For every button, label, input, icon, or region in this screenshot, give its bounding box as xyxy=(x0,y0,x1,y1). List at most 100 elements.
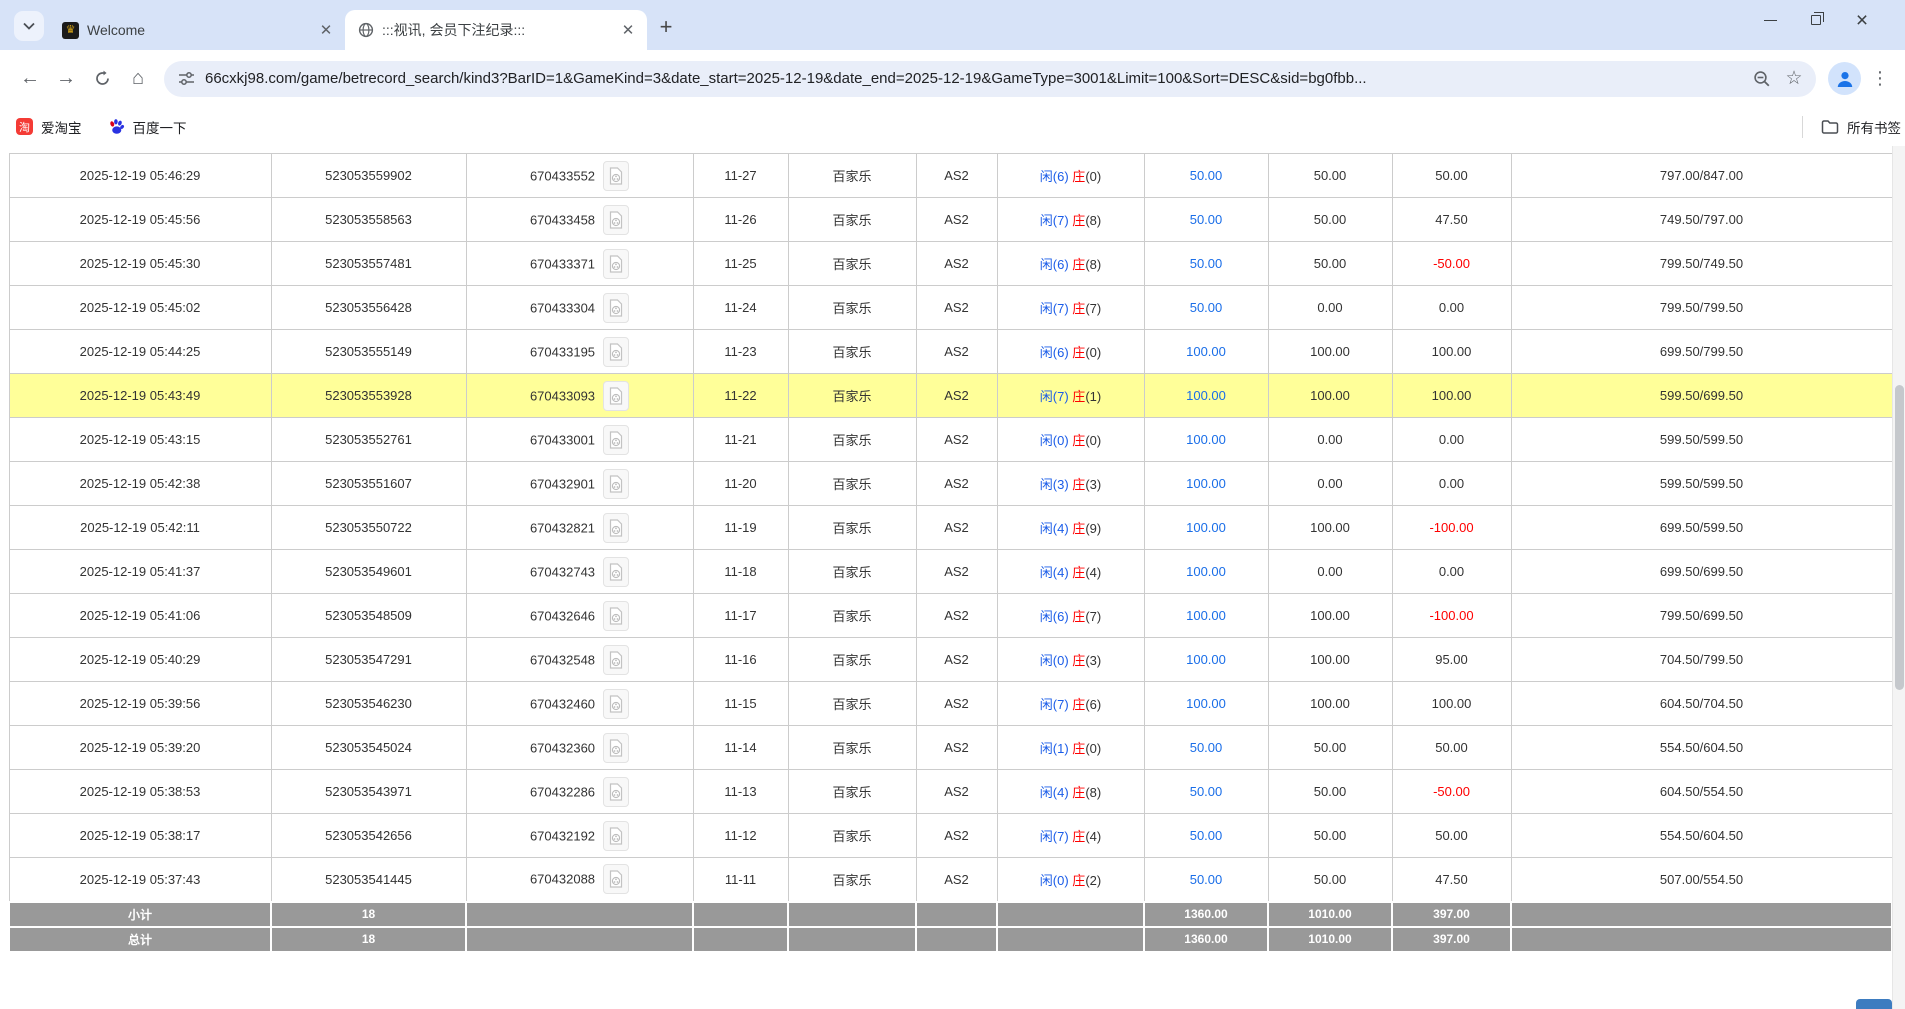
bet-amount[interactable]: 50.00 xyxy=(1144,770,1268,814)
bet-number: 523053541445 xyxy=(271,858,466,902)
tab-betrecord[interactable]: :::视讯, 会员下注纪录::: ✕ xyxy=(345,10,647,50)
summary-winloss: 397.00 xyxy=(1392,927,1511,952)
vertical-scrollbar[interactable] xyxy=(1892,146,1905,1009)
video-record-icon[interactable] xyxy=(603,425,629,455)
win-loss: 0.00 xyxy=(1392,550,1511,594)
forward-button[interactable]: → xyxy=(48,61,84,97)
video-record-icon[interactable] xyxy=(603,601,629,631)
game-number-cell: 670432548 xyxy=(466,638,693,682)
video-record-icon[interactable] xyxy=(603,821,629,851)
video-record-icon[interactable] xyxy=(603,689,629,719)
bet-record-row: 2025-12-19 05:41:06523053548509670432646… xyxy=(9,594,1892,638)
bet-amount[interactable]: 50.00 xyxy=(1144,726,1268,770)
game-name: 百家乐 xyxy=(788,682,916,726)
minimize-button[interactable] xyxy=(1747,0,1793,40)
tab-strip: ♛ Welcome ✕ :::视讯, 会员下注纪录::: ✕ + × xyxy=(0,0,1905,50)
all-bookmarks-label: 所有书签 xyxy=(1847,117,1901,137)
game-number: 670432743 xyxy=(530,564,595,579)
bet-amount[interactable]: 100.00 xyxy=(1144,374,1268,418)
bet-record-row: 2025-12-19 05:44:25523053555149670433195… xyxy=(9,330,1892,374)
video-record-icon[interactable] xyxy=(603,249,629,279)
new-tab-button[interactable]: + xyxy=(651,10,681,44)
video-record-icon[interactable] xyxy=(603,381,629,411)
round-number: 11-21 xyxy=(693,418,788,462)
bet-amount[interactable]: 100.00 xyxy=(1144,330,1268,374)
table-code: AS2 xyxy=(916,462,997,506)
bet-amount[interactable]: 100.00 xyxy=(1144,682,1268,726)
bookmark-taobao[interactable]: 淘 爱淘宝 xyxy=(16,117,82,137)
game-name: 百家乐 xyxy=(788,374,916,418)
bet-time: 2025-12-19 05:41:06 xyxy=(9,594,271,638)
table-code: AS2 xyxy=(916,418,997,462)
valid-amount: 100.00 xyxy=(1268,330,1392,374)
bet-time: 2025-12-19 05:46:29 xyxy=(9,154,271,198)
bet-amount[interactable]: 100.00 xyxy=(1144,638,1268,682)
bet-record-row: 2025-12-19 05:46:29523053559902670433552… xyxy=(9,154,1892,198)
address-bar[interactable]: 66cxkj98.com/game/betrecord_search/kind3… xyxy=(164,61,1816,97)
bet-amount[interactable]: 50.00 xyxy=(1144,154,1268,198)
video-record-icon[interactable] xyxy=(603,557,629,587)
video-record-icon[interactable] xyxy=(603,293,629,323)
bet-amount[interactable]: 100.00 xyxy=(1144,462,1268,506)
close-button[interactable]: × xyxy=(1839,0,1885,40)
tab-search-button[interactable] xyxy=(14,11,44,41)
profile-avatar[interactable] xyxy=(1828,62,1861,95)
video-record-icon[interactable] xyxy=(603,733,629,763)
bet-number: 523053552761 xyxy=(271,418,466,462)
video-record-icon[interactable] xyxy=(603,205,629,235)
bet-amount[interactable]: 100.00 xyxy=(1144,418,1268,462)
game-name: 百家乐 xyxy=(788,462,916,506)
zoom-out-icon[interactable] xyxy=(1746,63,1778,95)
bet-detail: 闲(7) 庄(4) xyxy=(997,814,1144,858)
bet-amount[interactable]: 100.00 xyxy=(1144,506,1268,550)
bet-amount[interactable]: 50.00 xyxy=(1144,198,1268,242)
summary-valid: 1010.00 xyxy=(1268,902,1392,927)
bookmark-baidu[interactable]: 百度一下 xyxy=(108,117,187,137)
bet-amount[interactable]: 100.00 xyxy=(1144,594,1268,638)
reload-button[interactable] xyxy=(84,61,120,97)
bet-amount[interactable]: 50.00 xyxy=(1144,286,1268,330)
bet-time: 2025-12-19 05:43:15 xyxy=(9,418,271,462)
round-number: 11-19 xyxy=(693,506,788,550)
video-record-icon[interactable] xyxy=(603,469,629,499)
video-record-icon[interactable] xyxy=(603,645,629,675)
tab-close-icon[interactable]: ✕ xyxy=(315,19,337,41)
back-button[interactable]: ← xyxy=(12,61,48,97)
bet-time: 2025-12-19 05:45:30 xyxy=(9,242,271,286)
summary-row: 总计181360.001010.00397.00 xyxy=(9,927,1892,952)
restore-button[interactable] xyxy=(1793,0,1839,40)
bookmark-star-icon[interactable]: ☆ xyxy=(1778,63,1810,95)
bet-detail: 闲(7) 庄(6) xyxy=(997,682,1144,726)
balance: 799.50/749.50 xyxy=(1511,242,1892,286)
browser-menu-button[interactable]: ⋮ xyxy=(1865,68,1895,89)
scrollbar-thumb[interactable] xyxy=(1895,385,1904,690)
bookmarks-bar: 淘 爱淘宝 百度一下 所有书签 xyxy=(0,107,1905,146)
bet-amount[interactable]: 100.00 xyxy=(1144,550,1268,594)
game-number: 670432286 xyxy=(530,784,595,799)
game-name: 百家乐 xyxy=(788,814,916,858)
tab-welcome[interactable]: ♛ Welcome ✕ xyxy=(50,10,345,50)
win-loss: 100.00 xyxy=(1392,682,1511,726)
video-record-icon[interactable] xyxy=(603,864,629,894)
video-record-icon[interactable] xyxy=(603,337,629,367)
bet-time: 2025-12-19 05:44:25 xyxy=(9,330,271,374)
game-number-cell: 670432821 xyxy=(466,506,693,550)
video-record-icon[interactable] xyxy=(603,777,629,807)
summary-row: 小计181360.001010.00397.00 xyxy=(9,902,1892,927)
bet-amount[interactable]: 50.00 xyxy=(1144,242,1268,286)
all-bookmarks[interactable]: 所有书签 xyxy=(1802,116,1901,138)
home-button[interactable]: ⌂ xyxy=(120,61,156,97)
bet-amount[interactable]: 50.00 xyxy=(1144,858,1268,902)
site-info-icon[interactable] xyxy=(178,70,195,87)
url-text[interactable]: 66cxkj98.com/game/betrecord_search/kind3… xyxy=(205,70,1746,87)
bet-detail: 闲(0) 庄(3) xyxy=(997,638,1144,682)
pagination-button[interactable] xyxy=(1856,999,1892,1009)
video-record-icon[interactable] xyxy=(603,513,629,543)
tab-close-icon[interactable]: ✕ xyxy=(617,19,639,41)
bet-amount[interactable]: 50.00 xyxy=(1144,814,1268,858)
bet-time: 2025-12-19 05:42:11 xyxy=(9,506,271,550)
bet-record-row: 2025-12-19 05:37:43523053541445670432088… xyxy=(9,858,1892,902)
video-record-icon[interactable] xyxy=(603,161,629,191)
bet-time: 2025-12-19 05:39:20 xyxy=(9,726,271,770)
table-code: AS2 xyxy=(916,330,997,374)
